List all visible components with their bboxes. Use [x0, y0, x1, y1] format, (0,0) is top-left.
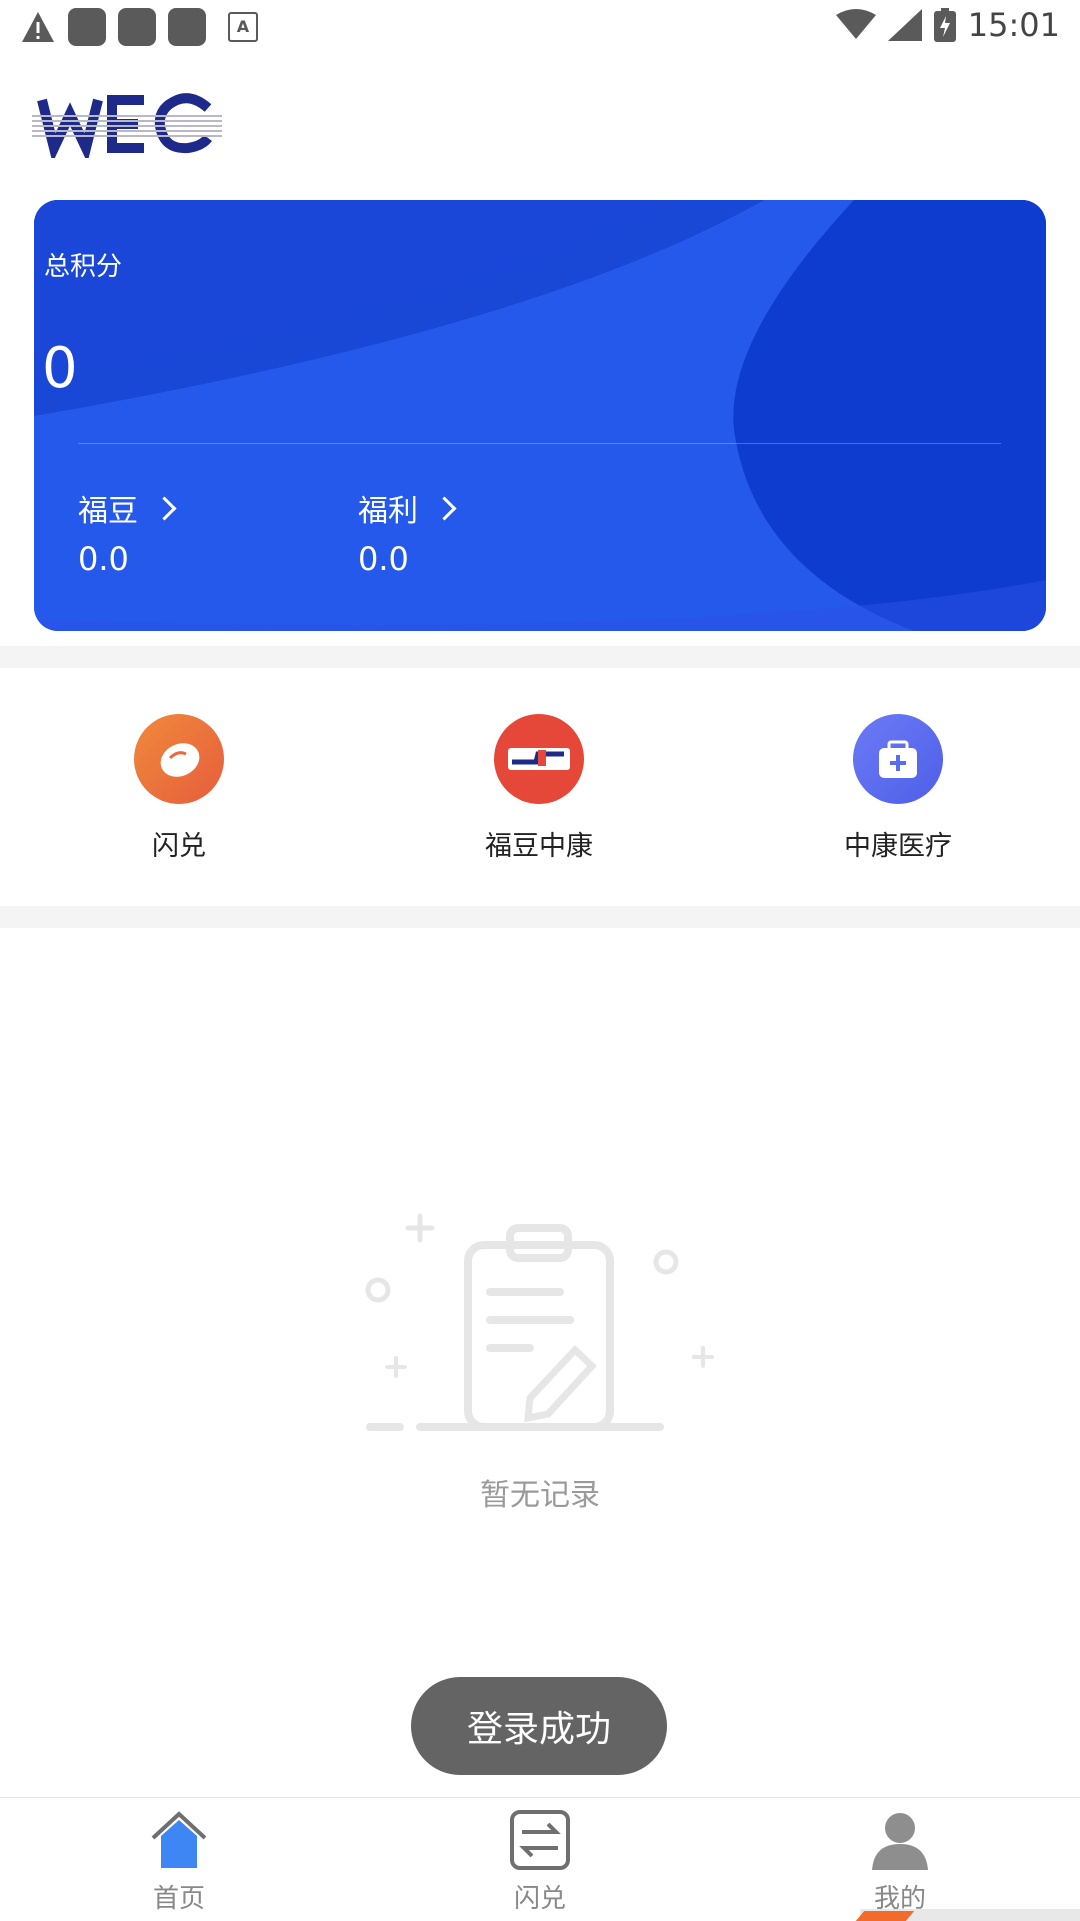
shortcut-zhongkang-medical[interactable]: 中康医疗: [788, 714, 1008, 863]
tab-label: 闪兑: [513, 1884, 566, 1914]
shortcut-label: 闪兑: [152, 831, 206, 862]
tab-label: 首页: [152, 1884, 205, 1914]
medical-kit-icon: [853, 714, 943, 804]
card-divider: [78, 443, 1001, 444]
clipboard-icon: [365, 1213, 714, 1431]
total-points-value: 0: [42, 336, 78, 401]
shortcut-label: 福豆中康: [485, 831, 593, 862]
shortcut-fudou-zhongkang[interactable]: 福豆中康: [429, 714, 649, 863]
exchange-icon: [510, 1810, 570, 1870]
warning-icon: [22, 12, 54, 42]
app-icon: [68, 8, 106, 46]
shortcut-shandui[interactable]: 闪兑: [69, 714, 289, 863]
tab-home[interactable]: 首页: [109, 1808, 249, 1915]
system-icons: 15:01: [835, 6, 1060, 44]
bottom-tab-bar: 首页 闪兑 我的: [0, 1797, 1080, 1921]
chevron-right-icon: [152, 495, 177, 521]
clock: 15:01: [967, 6, 1060, 44]
home-icon: [151, 1811, 207, 1868]
chevron-right-icon: [432, 495, 457, 521]
login-success-toast: 登录成功: [411, 1677, 667, 1775]
tab-exchange[interactable]: 闪兑: [470, 1808, 610, 1915]
bean-icon: [134, 714, 224, 804]
app-icon: [168, 8, 206, 46]
fudou-label: 福豆: [78, 494, 138, 529]
status-bar: A 15:01: [0, 0, 1080, 56]
wifi-icon: [835, 9, 876, 39]
battery-charging-icon: [933, 8, 956, 42]
fuli-value: 0.0: [358, 540, 409, 578]
tab-mine[interactable]: 我的: [830, 1808, 970, 1915]
wec-logo: [32, 93, 222, 158]
card-background: [34, 200, 1046, 631]
corner-decoration: [860, 1909, 1080, 1921]
app-icon: [118, 8, 156, 46]
user-icon: [872, 1813, 928, 1870]
empty-state-text: 暂无记录: [480, 1478, 600, 1513]
signal-icon: [887, 9, 922, 41]
section-divider: [0, 906, 1080, 928]
fuli-label: 福利: [358, 494, 418, 529]
fudou-value: 0.0: [78, 540, 129, 578]
fudou-stat[interactable]: 福豆 0.0: [78, 486, 177, 578]
fuli-stat[interactable]: 福利 0.0: [358, 486, 457, 578]
total-points-label: 总积分: [44, 252, 123, 282]
shortcut-label: 中康医疗: [844, 831, 952, 862]
zk-logo-icon: [494, 714, 584, 804]
points-card: [34, 200, 1046, 631]
section-divider: [0, 646, 1080, 668]
notification-icons: A: [20, 8, 258, 46]
a-icon: A: [228, 12, 258, 42]
